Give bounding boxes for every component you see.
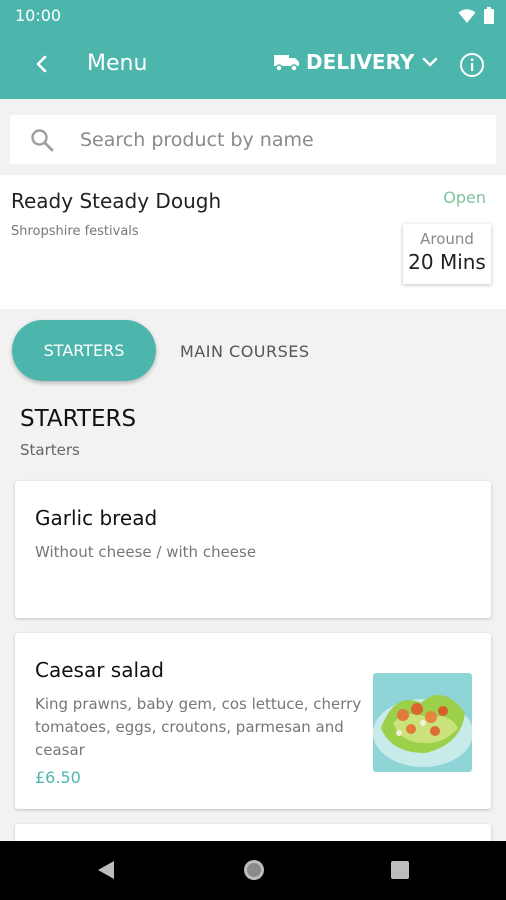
chevron-down-icon — [423, 57, 438, 67]
nav-home-icon[interactable] — [242, 858, 266, 882]
item-name: Caesar salad — [35, 658, 164, 682]
wifi-icon — [458, 8, 476, 23]
app-bar: Menu DELIVERY — [0, 32, 506, 99]
eta-box: Around 20 Mins — [403, 224, 491, 284]
eta-label: Around — [420, 230, 474, 248]
battery-icon — [484, 7, 494, 24]
menu-item-card[interactable]: Caesar salad King prawns, baby gem, cos … — [15, 633, 491, 809]
tab-starters[interactable]: STARTERS — [12, 320, 156, 381]
delivery-mode-dropdown[interactable]: DELIVERY — [274, 50, 440, 74]
search-icon — [31, 129, 54, 152]
system-nav-bar — [0, 841, 506, 900]
status-icons — [458, 7, 494, 24]
store-info: Ready Steady Dough Shropshire festivals … — [0, 175, 506, 309]
status-time: 10:00 — [15, 6, 62, 25]
eta-value: 20 Mins — [408, 250, 486, 274]
tab-main-courses[interactable]: MAIN COURSES — [180, 342, 310, 361]
store-name: Ready Steady Dough — [11, 189, 222, 213]
search-input[interactable]: Search product by name — [10, 115, 496, 164]
back-arrow-icon[interactable] — [30, 52, 54, 76]
item-description: King prawns, baby gem, cos lettuce, cher… — [35, 695, 362, 759]
search-area: Search product by name — [0, 99, 506, 175]
delivery-truck-icon — [274, 55, 299, 72]
nav-back-icon[interactable] — [94, 858, 118, 882]
category-tabs: STARTERS MAIN COURSES — [0, 309, 506, 389]
section-subtitle: Starters — [20, 441, 80, 459]
item-image — [373, 673, 472, 772]
item-description: Without cheese / with cheese — [35, 543, 257, 561]
section-title: STARTERS — [20, 406, 137, 432]
store-status: Open — [443, 188, 486, 207]
search-placeholder: Search product by name — [80, 129, 314, 151]
status-bar: 10:00 — [0, 0, 506, 32]
item-price: £6.50 — [35, 768, 81, 787]
nav-recents-icon[interactable] — [388, 858, 412, 882]
menu-item-card[interactable]: Garlic bread Without cheese / with chees… — [15, 481, 491, 618]
store-subtitle: Shropshire festivals — [11, 224, 139, 239]
page-title: Menu — [87, 51, 148, 76]
item-name: Garlic bread — [35, 506, 158, 530]
info-icon[interactable] — [459, 52, 485, 78]
delivery-label: DELIVERY — [306, 50, 415, 74]
